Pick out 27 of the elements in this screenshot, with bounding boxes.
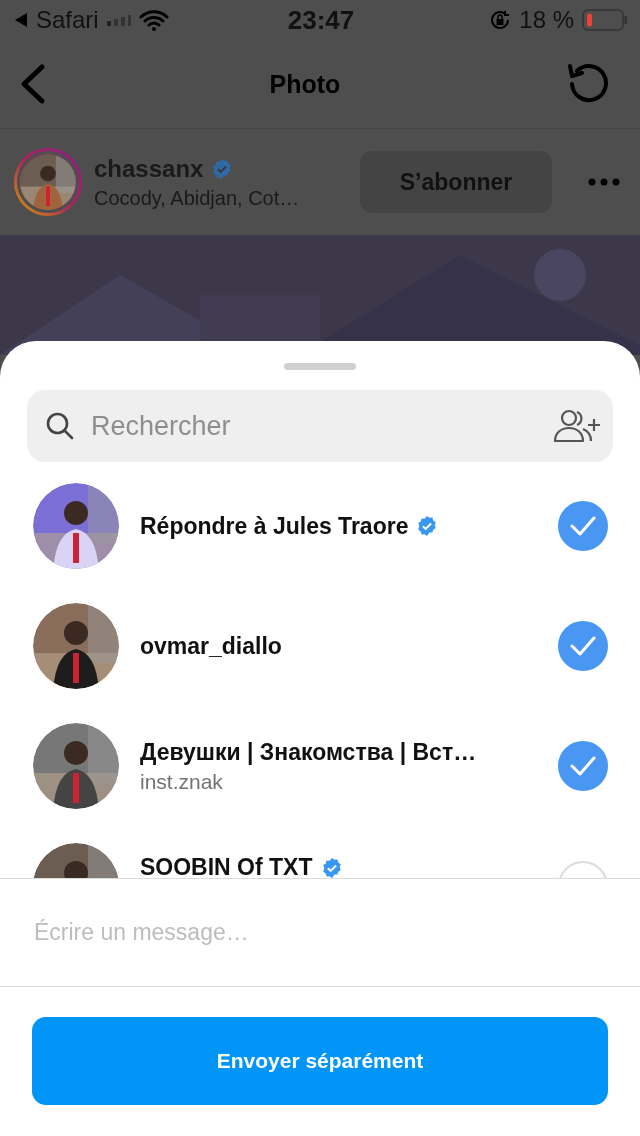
page-title: Photo [269,69,341,99]
drag-handle[interactable] [284,363,356,370]
recipient-username: inst.znak [140,769,224,794]
checkmark-icon [570,516,596,536]
checkmark-icon [570,756,596,776]
clock-time: 23:47 [287,4,355,36]
back-app-label[interactable]: Safari [36,6,99,34]
select-checkbox[interactable] [558,741,608,791]
more-icon[interactable] [588,178,620,186]
checkmark-icon [570,636,596,656]
search-bar[interactable]: Rechercher [27,390,613,462]
search-field[interactable]: Rechercher [91,410,537,442]
search-icon [45,411,75,441]
recipient-name[interactable]: ovmar_diallo [140,632,282,660]
recipient-name[interactable]: SOOBIN Of TXT [140,854,313,878]
rotation-lock-icon [489,9,512,31]
send-button[interactable]: Envoyer séparément [32,1017,608,1105]
battery-percent: 18 % [519,6,574,34]
battery-icon [582,9,628,31]
add-people-icon[interactable] [553,407,601,445]
select-checkbox[interactable] [558,621,608,671]
signal-icon [106,14,131,26]
select-checkbox[interactable] [558,501,608,551]
recipient-name[interactable]: Девушки | Знакомства | Вст… [140,738,477,766]
recipient-name[interactable]: Répondre à Jules Traore [140,512,409,540]
wifi-icon [138,9,169,31]
back-arrow-icon[interactable] [14,12,28,28]
